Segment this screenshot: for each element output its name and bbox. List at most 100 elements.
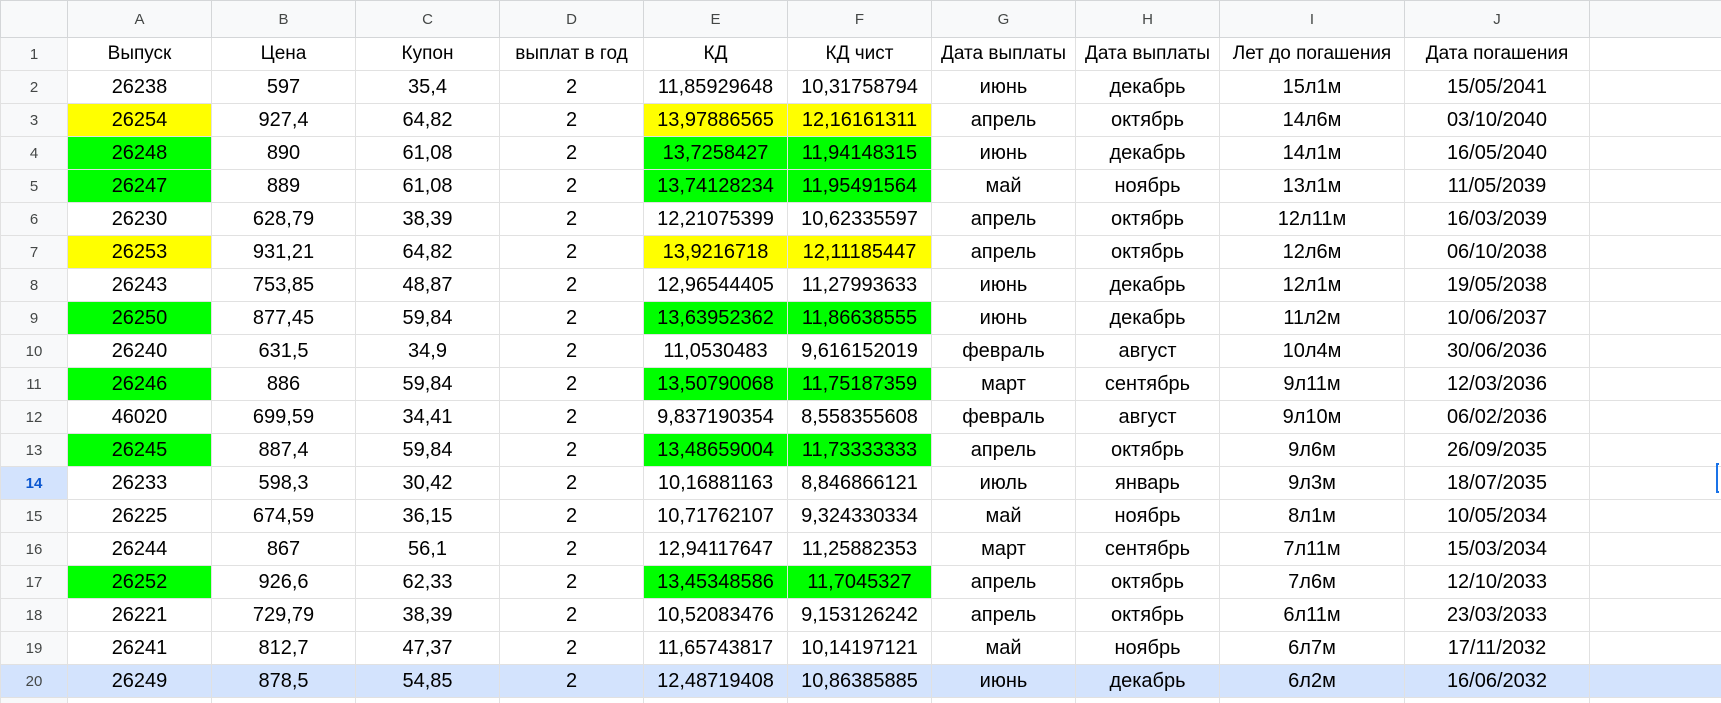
table-cell[interactable]: 10,86385885	[787, 664, 932, 698]
table-cell[interactable]: 877,45	[211, 301, 356, 335]
table-cell[interactable]: 8,846866121	[787, 466, 932, 500]
table-cell[interactable]: ноябрь	[1075, 169, 1220, 203]
header-cell[interactable]: Купон	[355, 37, 500, 71]
row-number[interactable]: 9	[0, 301, 68, 335]
empty-cell[interactable]	[1589, 70, 1721, 104]
table-cell[interactable]: сентябрь	[1075, 532, 1220, 566]
table-cell[interactable]: 26243	[67, 268, 212, 302]
table-cell[interactable]: 10,16881163	[643, 466, 788, 500]
table-cell[interactable]: октябрь	[1075, 565, 1220, 599]
empty-cell[interactable]	[1589, 367, 1721, 401]
table-cell[interactable]: 628,79	[211, 202, 356, 236]
table-cell[interactable]: декабрь	[1075, 268, 1220, 302]
empty-cell[interactable]	[931, 697, 1076, 703]
header-cell[interactable]: КД чист	[787, 37, 932, 71]
table-cell[interactable]: 26/09/2035	[1404, 433, 1590, 467]
empty-cell[interactable]	[67, 697, 212, 703]
table-cell[interactable]: 10,31758794	[787, 70, 932, 104]
table-cell[interactable]: 26250	[67, 301, 212, 335]
empty-cell[interactable]	[1589, 103, 1721, 137]
table-cell[interactable]: апрель	[931, 565, 1076, 599]
table-cell[interactable]: 61,08	[355, 136, 500, 170]
table-cell[interactable]: 30,42	[355, 466, 500, 500]
table-cell[interactable]: апрель	[931, 433, 1076, 467]
table-cell[interactable]: 30/06/2036	[1404, 334, 1590, 368]
column-header-a[interactable]: A	[67, 0, 212, 38]
table-cell[interactable]: октябрь	[1075, 103, 1220, 137]
table-cell[interactable]: июнь	[931, 268, 1076, 302]
table-cell[interactable]: 26241	[67, 631, 212, 665]
table-cell[interactable]: 11л2м	[1219, 301, 1405, 335]
table-cell[interactable]: 6л2м	[1219, 664, 1405, 698]
table-cell[interactable]: ноябрь	[1075, 631, 1220, 665]
table-cell[interactable]: 867	[211, 532, 356, 566]
table-cell[interactable]: 59,84	[355, 367, 500, 401]
table-cell[interactable]: 26230	[67, 202, 212, 236]
table-cell[interactable]: 2	[499, 268, 644, 302]
table-cell[interactable]: 13,63952362	[643, 301, 788, 335]
table-cell[interactable]: 10,62335597	[787, 202, 932, 236]
table-cell[interactable]: сентябрь	[1075, 367, 1220, 401]
table-cell[interactable]: 674,59	[211, 499, 356, 533]
row-number[interactable]: 17	[0, 565, 68, 599]
table-cell[interactable]: май	[931, 631, 1076, 665]
table-cell[interactable]: ноябрь	[1075, 499, 1220, 533]
empty-cell[interactable]	[1589, 499, 1721, 533]
empty-cell[interactable]	[1589, 202, 1721, 236]
table-cell[interactable]: 61,08	[355, 169, 500, 203]
table-cell[interactable]: 23/03/2033	[1404, 598, 1590, 632]
empty-cell[interactable]	[1589, 664, 1721, 698]
table-cell[interactable]: 13,48659004	[643, 433, 788, 467]
table-cell[interactable]: 2	[499, 202, 644, 236]
row-number[interactable]: 10	[0, 334, 68, 368]
table-cell[interactable]: 13,50790068	[643, 367, 788, 401]
table-cell[interactable]: 2	[499, 103, 644, 137]
table-cell[interactable]: 9,837190354	[643, 400, 788, 434]
table-cell[interactable]: 2	[499, 499, 644, 533]
table-cell[interactable]: 16/05/2040	[1404, 136, 1590, 170]
table-cell[interactable]: 13,7258427	[643, 136, 788, 170]
empty-cell[interactable]	[1589, 268, 1721, 302]
table-cell[interactable]: 9,616152019	[787, 334, 932, 368]
table-cell[interactable]: май	[931, 169, 1076, 203]
table-cell[interactable]: 2	[499, 400, 644, 434]
row-number[interactable]: 18	[0, 598, 68, 632]
table-cell[interactable]: 18/07/2035	[1404, 466, 1590, 500]
empty-cell[interactable]	[1589, 466, 1721, 500]
column-header-h[interactable]: H	[1075, 0, 1220, 38]
table-cell[interactable]: апрель	[931, 202, 1076, 236]
table-cell[interactable]: 48,87	[355, 268, 500, 302]
header-cell[interactable]: Дата выплаты	[931, 37, 1076, 71]
table-cell[interactable]: 26248	[67, 136, 212, 170]
row-number[interactable]: 2	[0, 70, 68, 104]
table-cell[interactable]: декабрь	[1075, 664, 1220, 698]
table-cell[interactable]: 6л7м	[1219, 631, 1405, 665]
row-number[interactable]: 16	[0, 532, 68, 566]
table-cell[interactable]: 13,45348586	[643, 565, 788, 599]
table-cell[interactable]: 38,39	[355, 202, 500, 236]
table-cell[interactable]: 17/11/2032	[1404, 631, 1590, 665]
column-header-j[interactable]: J	[1404, 0, 1590, 38]
header-cell[interactable]: Дата погашения	[1404, 37, 1590, 71]
table-cell[interactable]: 878,5	[211, 664, 356, 698]
column-header-i[interactable]: I	[1219, 0, 1405, 38]
table-cell[interactable]: август	[1075, 400, 1220, 434]
column-header-e[interactable]: E	[643, 0, 788, 38]
table-cell[interactable]: 753,85	[211, 268, 356, 302]
table-cell[interactable]: 15/03/2034	[1404, 532, 1590, 566]
table-cell[interactable]: 59,84	[355, 433, 500, 467]
table-cell[interactable]: 7л6м	[1219, 565, 1405, 599]
table-cell[interactable]: 2	[499, 664, 644, 698]
table-cell[interactable]: 34,9	[355, 334, 500, 368]
empty-cell[interactable]	[1589, 334, 1721, 368]
table-cell[interactable]: 12,11185447	[787, 235, 932, 269]
table-cell[interactable]: 598,3	[211, 466, 356, 500]
table-cell[interactable]: март	[931, 532, 1076, 566]
table-cell[interactable]: 2	[499, 235, 644, 269]
table-cell[interactable]: 11,73333333	[787, 433, 932, 467]
table-cell[interactable]: 59,84	[355, 301, 500, 335]
row-number[interactable]: 12	[0, 400, 68, 434]
table-cell[interactable]: 62,33	[355, 565, 500, 599]
table-cell[interactable]: 12л6м	[1219, 235, 1405, 269]
table-cell[interactable]: апрель	[931, 103, 1076, 137]
